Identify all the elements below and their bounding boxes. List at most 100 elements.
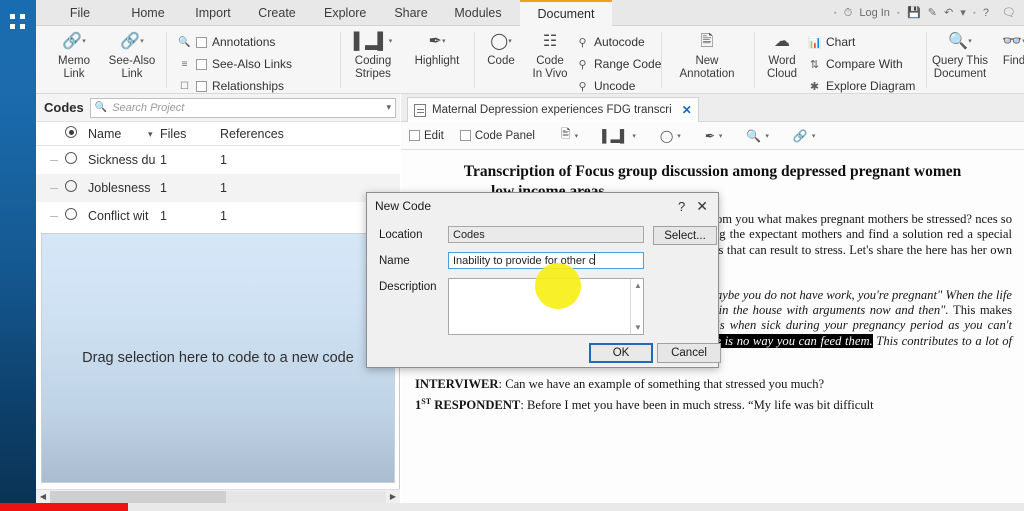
dialog-titlebar[interactable]: New Code ? ✕ [367,193,718,219]
query-zoom-icon: 🔍▾ [948,33,972,51]
highlight-dropdown[interactable]: ✒ ▾ [689,129,731,143]
search-placeholder: Search Project [112,101,185,114]
table-row[interactable]: Conflict wit 1 1 [36,202,400,230]
autocode-button[interactable]: ⚲ Autocode [576,33,644,51]
codes-horizontal-scrollbar[interactable]: ◀ ▶ [36,489,400,503]
select-button[interactable]: Select... [653,226,717,245]
pen-icon[interactable]: ✎ [928,0,937,26]
table-row[interactable]: Joblesness 1 1 [36,174,400,202]
chevron-down-icon[interactable]: ▾ [386,102,391,113]
tab-file[interactable]: File [54,0,106,26]
scroll-up-icon[interactable]: ▲ [634,281,642,290]
search-project-input[interactable]: 🔍 Search Project ▾ [89,97,396,118]
explore-diagram-button[interactable]: ✱ Explore Diagram [808,77,915,95]
tab-document[interactable]: Document [520,0,612,26]
chevron-down-icon[interactable]: ▾ [765,132,769,140]
chevron-down-icon[interactable]: ▾ [677,132,681,140]
compare-with-button[interactable]: ⇅ Compare With [808,55,903,73]
query-this-document-button[interactable]: 🔍▾ Query This Document [924,29,996,81]
code-panel-toggle[interactable]: Code Panel [452,130,543,142]
new-annotation-button[interactable]: 🖹 New Annotation [666,29,748,81]
code-dropzone[interactable]: Drag selection here to code to a new cod… [41,233,395,483]
chevron-down-icon[interactable]: ▾ [719,132,723,140]
chevron-down-icon[interactable]: ▾ [960,0,966,26]
tab-explore[interactable]: Explore [314,0,376,26]
description-scrollbar[interactable]: ▲ ▼ [630,279,643,334]
code-dropdown[interactable]: ◯ ▾ [644,129,689,143]
codes-column-headers: Name ▾ Files References [36,122,400,146]
chevron-down-icon[interactable]: ▾ [812,132,816,140]
highlight-button[interactable]: ✒▾ Highlight [406,29,468,68]
column-name[interactable]: Name [88,122,121,146]
annotations-checkbox[interactable] [196,36,207,48]
tab-create[interactable]: Create [248,0,306,26]
find-button[interactable]: 👓▾ Find [992,29,1024,68]
see-also-link-button[interactable]: 🔗▾ See-Also Link [103,29,161,81]
help-icon[interactable]: ? [669,199,694,214]
comment-icon[interactable]: 🗨 [996,0,1016,26]
relationships-toggle[interactable]: ☐ Relationships [178,77,284,95]
document-tab[interactable]: Maternal Depression experiences FDG tran… [407,97,699,122]
table-row[interactable]: Sickness du 1 1 [36,146,400,174]
see-also-links-toggle[interactable]: ≡ See-Also Links [178,55,292,73]
save-icon[interactable]: 💾 [907,0,921,26]
word-cloud-button[interactable]: ☁ Word Cloud [758,29,806,81]
expand-all-icon[interactable] [65,122,77,146]
question-mark-icon[interactable]: ? [983,0,989,26]
chart-button[interactable]: 📊 Chart [808,33,855,51]
speaker-interviewer: INTERVIWER [415,376,499,391]
scroll-down-icon[interactable]: ▼ [634,323,642,332]
four-dots-icon[interactable] [8,12,28,32]
document-tabbar: Maternal Depression experiences FDG tran… [401,94,1024,122]
chevron-down-icon[interactable]: ▾ [575,132,579,140]
code-button[interactable]: ◯▾ Code [478,29,524,68]
scroll-left-icon[interactable]: ◀ [36,492,50,501]
close-icon[interactable]: ✕ [678,103,692,117]
scroll-right-icon[interactable]: ▶ [386,492,400,501]
column-references[interactable]: References [220,122,284,146]
sort-caret-icon[interactable]: ▾ [148,122,153,146]
coding-stripes-dropdown[interactable]: ▌▂▌ ▾ [586,129,644,143]
annotation-icon: 🖹 [560,127,571,141]
memo-link-button[interactable]: 🔗▾ Memo Link [45,29,103,81]
uncode-button[interactable]: ⚲ Uncode [576,77,635,95]
tab-share[interactable]: Share [384,0,438,26]
edit-checkbox[interactable] [409,130,420,141]
login-label[interactable]: Log In [859,0,890,26]
chevron-down-icon[interactable]: ▾ [632,132,636,140]
code-panel-checkbox[interactable] [459,130,471,141]
tab-modules[interactable]: Modules [444,0,512,26]
name-label: Name [379,255,410,267]
see-also-links-checkbox[interactable] [196,58,207,70]
ok-button[interactable]: OK [589,343,653,363]
coding-stripes-button[interactable]: ▌▂▌▾ Coding Stripes [344,29,402,81]
cancel-button[interactable]: Cancel [657,343,721,363]
relationships-label: Relationships [212,79,285,93]
edit-toggle[interactable]: Edit [401,130,452,142]
respondent-text: : Before I met you have been in much str… [520,398,874,413]
scrollbar-thumb[interactable] [50,490,226,503]
document-dialogue-1: INTERVIWER: Can we have an example of so… [401,377,1024,392]
coding-stripes-label-2: Stripes [355,68,391,80]
codes-panel-header: Codes 🔍 Search Project ▾ [36,94,400,122]
link-dropdown[interactable]: 🔗 ▾ [777,129,823,143]
close-icon[interactable]: ✕ [694,198,710,215]
relationships-checkbox[interactable] [196,80,207,92]
speaker-respondent: RESPONDENT [431,398,521,413]
annotation-dropdown[interactable]: 🖹 ▾ [543,125,586,146]
document-title-line-1: Transcription of Focus group discussion … [463,163,962,180]
zoom-dropdown[interactable]: 🔍 ▾ [730,129,776,143]
code-in-vivo-icon: ☷ [542,33,558,50]
annotations-toggle[interactable]: 🔍 Annotations [178,33,275,51]
query-label-2: Document [933,68,987,80]
column-files[interactable]: Files [160,122,186,146]
code-in-vivo-button[interactable]: ☷ Code In Vivo [524,29,576,81]
scrollbar-track[interactable] [50,490,386,503]
tab-import[interactable]: Import [184,0,242,26]
undo-icon[interactable]: ↶ [944,0,953,26]
interviewer-text: : Can we have an example of something th… [498,376,825,391]
range-code-button[interactable]: ⚲ Range Code [576,55,661,73]
code-bullet-icon [65,202,77,230]
tab-home[interactable]: Home [118,0,178,26]
login-clock-icon[interactable]: ⏱ [844,0,853,26]
